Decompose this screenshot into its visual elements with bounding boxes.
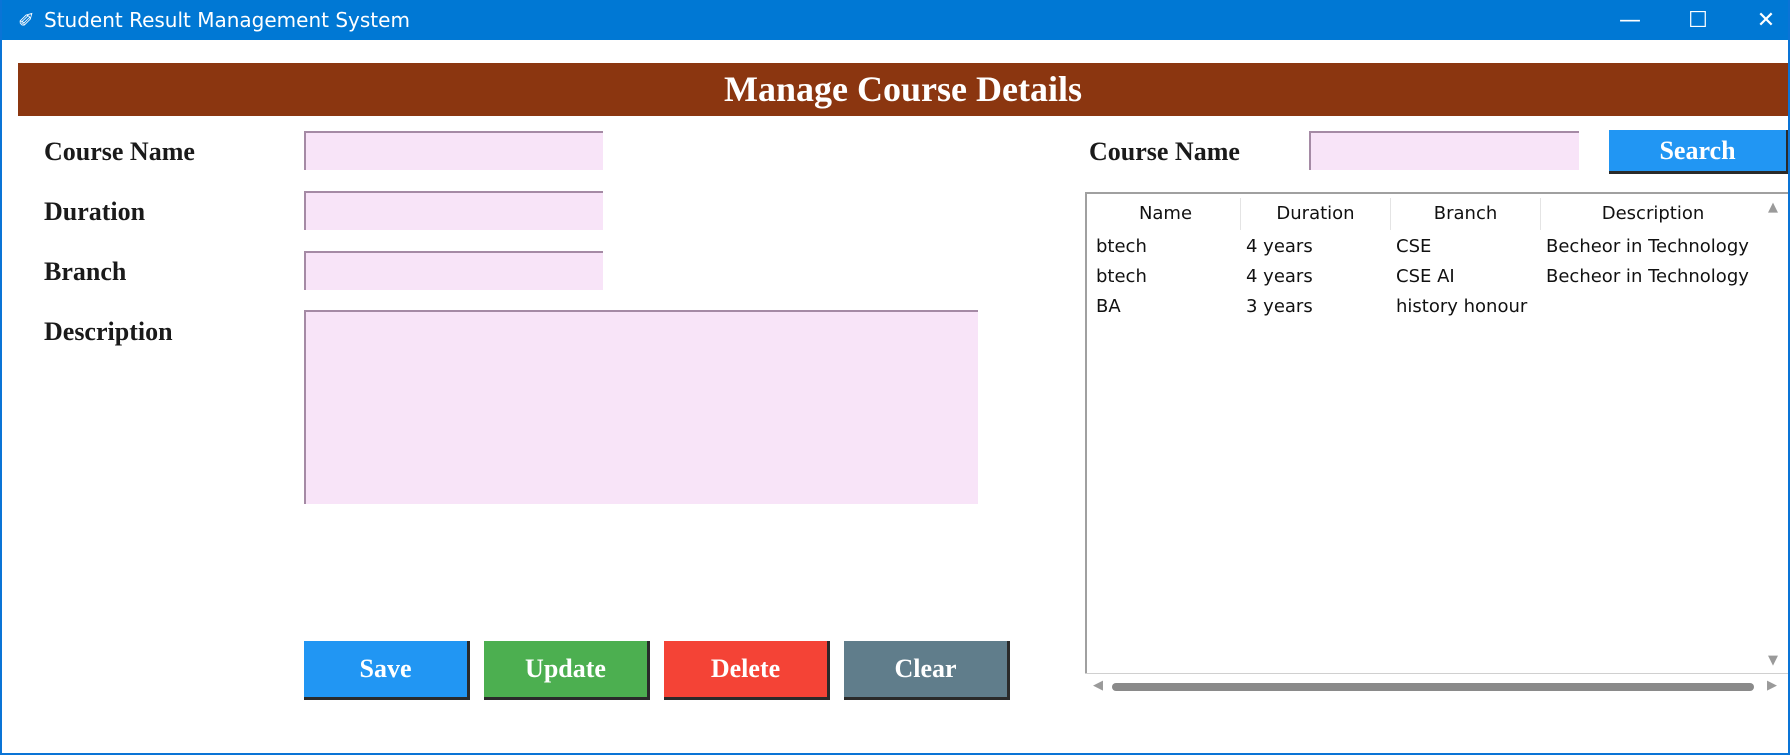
description-label: Description — [44, 317, 173, 346]
column-header-description[interactable]: Description — [1541, 198, 1765, 230]
horizontal-scrollbar[interactable]: ◀ ▶ — [1085, 673, 1788, 700]
column-header-name[interactable]: Name — [1091, 198, 1241, 230]
app-window: ✐ Student Result Management System — ☐ ✕… — [0, 0, 1790, 755]
branch-label: Branch — [44, 257, 127, 286]
minimize-button[interactable]: — — [1600, 0, 1660, 40]
duration-label: Duration — [44, 197, 146, 226]
description-textarea[interactable] — [304, 310, 978, 504]
close-button[interactable]: ✕ — [1736, 0, 1788, 40]
cell-branch: CSE AI — [1396, 266, 1455, 287]
course-name-label: Course Name — [44, 137, 195, 166]
horizontal-scroll-thumb[interactable] — [1112, 683, 1754, 691]
duration-input[interactable] — [304, 191, 603, 230]
cell-duration: 4 years — [1246, 266, 1313, 287]
clear-button[interactable]: Clear — [844, 641, 1010, 700]
search-button[interactable]: Search — [1609, 130, 1788, 174]
cell-duration: 3 years — [1246, 296, 1313, 317]
column-header-duration[interactable]: Duration — [1241, 198, 1391, 230]
course-name-input[interactable] — [304, 131, 603, 170]
course-table[interactable]: Name Duration Branch Description btech 4… — [1085, 192, 1788, 699]
chevron-left-icon[interactable]: ◀ — [1093, 678, 1103, 693]
column-header-branch[interactable]: Branch — [1391, 198, 1541, 230]
table-row[interactable]: btech 4 years CSE AI Becheor in Technolo… — [1091, 262, 1781, 292]
cell-branch: CSE — [1396, 236, 1432, 257]
window-title: Student Result Management System — [44, 8, 410, 32]
cell-description: Becheor in Technology — [1546, 266, 1749, 287]
chevron-down-icon[interactable]: ▼ — [1768, 653, 1778, 668]
vertical-scrollbar[interactable]: ▲ ▼ — [1760, 194, 1787, 674]
table-row[interactable]: BA 3 years history honour — [1091, 292, 1781, 322]
save-button[interactable]: Save — [304, 641, 470, 700]
cell-branch: history honour — [1396, 296, 1528, 317]
table-row[interactable]: btech 4 years CSE Becheor in Technology — [1091, 232, 1781, 262]
cell-description: Becheor in Technology — [1546, 236, 1749, 257]
title-bar[interactable]: ✐ Student Result Management System — ☐ ✕ — [2, 0, 1788, 40]
feather-icon: ✐ — [18, 10, 35, 32]
update-button[interactable]: Update — [484, 641, 650, 700]
cell-description — [1546, 292, 1760, 322]
search-course-name-label: Course Name — [1089, 137, 1240, 166]
cell-name: btech — [1096, 236, 1147, 257]
delete-button[interactable]: Delete — [664, 641, 830, 700]
cell-name: btech — [1096, 266, 1147, 287]
branch-input[interactable] — [304, 251, 603, 290]
table-header: Name Duration Branch Description — [1091, 198, 1704, 230]
page-title: Manage Course Details — [18, 63, 1788, 116]
cell-name: BA — [1096, 296, 1121, 317]
chevron-right-icon[interactable]: ▶ — [1767, 678, 1777, 693]
chevron-up-icon[interactable]: ▲ — [1768, 200, 1778, 215]
search-input[interactable] — [1309, 131, 1579, 170]
maximize-button[interactable]: ☐ — [1668, 0, 1728, 40]
cell-duration: 4 years — [1246, 236, 1313, 257]
